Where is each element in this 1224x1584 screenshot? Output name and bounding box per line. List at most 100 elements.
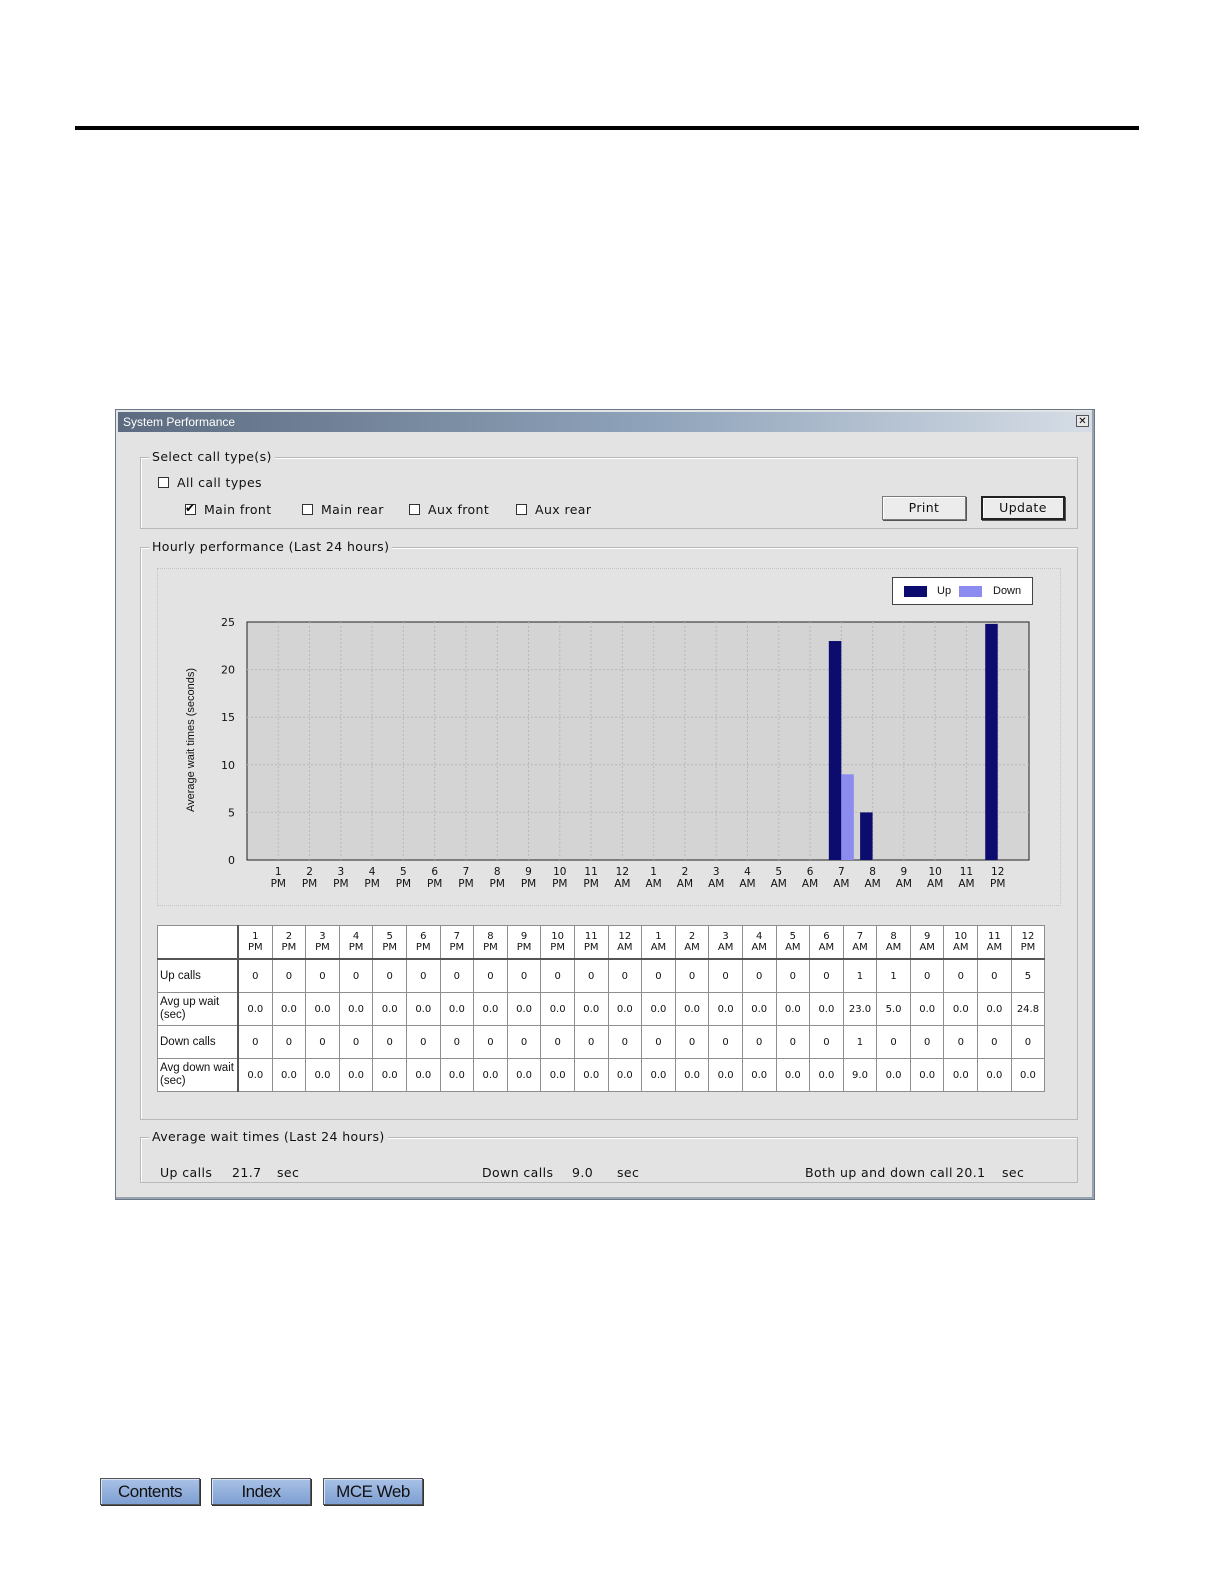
index-button[interactable]: Index: [211, 1478, 311, 1505]
hour-column-header: 7 PM: [439, 925, 475, 960]
table-cell: 0: [977, 1025, 1012, 1059]
table-cell: 0: [305, 958, 340, 993]
system-performance-window: System Performance ✕ Select call type(s)…: [115, 409, 1095, 1200]
hour-column-header: 3 AM: [708, 925, 743, 960]
hour-number: 4: [756, 931, 763, 942]
hour-number: 4: [352, 931, 360, 942]
table-cell: 0: [876, 1025, 911, 1059]
close-icon[interactable]: ✕: [1076, 415, 1089, 427]
hour-period: AM: [785, 942, 801, 953]
hour-column-header: 4 AM: [741, 925, 777, 960]
hour-column-header: 4 PM: [338, 925, 374, 960]
table-cell: 0: [909, 1025, 945, 1059]
main-rear-checkbox[interactable]: Main rear: [302, 502, 384, 517]
table-cell: 0: [607, 958, 643, 993]
table-cell: 0: [708, 958, 743, 993]
hour-period: PM: [483, 942, 498, 953]
hour-number: 6: [420, 931, 427, 942]
all-call-types-checkbox[interactable]: All call types: [158, 475, 262, 490]
table-cell: 24.8: [1010, 992, 1046, 1026]
table-cell: 0: [943, 958, 979, 993]
check-mark-icon: ✔: [185, 501, 196, 515]
table-cell: 0.0: [775, 992, 811, 1026]
both-calls-unit: sec: [1002, 1165, 1025, 1180]
call-type-group: Select call type(s) All call types ✔ Mai…: [140, 449, 1078, 529]
table-cell: 0: [338, 1025, 374, 1059]
main-front-checkbox[interactable]: ✔ Main front: [185, 501, 272, 517]
update-button[interactable]: Update: [981, 496, 1065, 520]
table-cell: 0: [506, 1025, 542, 1059]
table-cell: 0: [439, 1025, 475, 1059]
hour-column-header: 12 PM: [1010, 925, 1046, 960]
table-cell: 0.0: [439, 1058, 475, 1092]
up-calls-value: 21.7: [232, 1165, 262, 1180]
down-calls-label: Down calls: [482, 1165, 554, 1180]
table-cell: 0.0: [607, 992, 643, 1026]
table-cell: 0.0: [237, 1058, 273, 1092]
table-cell: 0: [305, 1025, 340, 1059]
hour-column-header: 2 AM: [674, 925, 710, 960]
table-cell: 0: [338, 958, 374, 993]
hour-period: AM: [885, 942, 902, 953]
table-cell: 9.0: [842, 1058, 878, 1092]
hour-period: AM: [751, 942, 767, 953]
hour-period: AM: [717, 942, 734, 953]
hour-number: 12: [1021, 931, 1035, 942]
hour-period: PM: [449, 942, 465, 953]
title-bar[interactable]: System Performance ✕: [118, 412, 1092, 432]
table-cell: 0.0: [741, 992, 777, 1026]
hour-number: 6: [823, 931, 830, 942]
table-cell: 0: [674, 1025, 710, 1059]
print-button[interactable]: Print: [882, 496, 966, 520]
hour-period: AM: [684, 942, 700, 953]
hour-number: 3: [722, 931, 729, 942]
hour-column-header: 1 AM: [641, 925, 676, 960]
table-cell: 0.0: [708, 1058, 743, 1092]
hour-number: 9: [923, 931, 931, 942]
call-type-legend: Select call type(s): [149, 449, 275, 464]
table-cell: 0: [741, 1025, 777, 1059]
table-cell: 1: [842, 958, 878, 993]
hour-period: PM: [415, 942, 431, 953]
table-cell: 23.0: [842, 992, 878, 1026]
checkbox-box: ✔: [185, 501, 196, 515]
table-cell: 0.0: [977, 992, 1012, 1026]
hour-column-header: 5 PM: [372, 925, 407, 960]
table-cell: 0.0: [977, 1058, 1012, 1092]
checkbox-box: [158, 477, 169, 488]
both-calls-label: Both up and down call: [805, 1165, 953, 1180]
table-cell: 0.0: [271, 1058, 307, 1092]
table-cell: 0.0: [372, 992, 407, 1026]
aux-front-checkbox[interactable]: Aux front: [409, 502, 489, 517]
hour-column-header: 6 AM: [809, 925, 844, 960]
table-cell: 0: [506, 958, 542, 993]
table-cell: 0.0: [708, 992, 743, 1026]
row-label: Up calls: [157, 958, 239, 993]
hour-number: 5: [386, 931, 393, 942]
hour-number: 10: [551, 931, 564, 942]
table-cell: 0: [573, 958, 609, 993]
hour-period: PM: [1020, 942, 1036, 953]
table-cell: 0.0: [573, 992, 609, 1026]
hour-column-header: 12 AM: [607, 925, 643, 960]
aux-rear-checkbox[interactable]: Aux rear: [516, 502, 591, 517]
hour-period: AM: [919, 942, 935, 953]
table-cell: 0.0: [473, 992, 508, 1026]
table-cell: 0: [977, 958, 1012, 993]
checkbox-box: [516, 504, 527, 515]
hour-number: 11: [584, 931, 598, 942]
hour-column-header: 9 AM: [909, 925, 945, 960]
up-calls-label: Up calls: [160, 1165, 213, 1180]
table-cell: 1: [876, 958, 911, 993]
table-cell: 0: [540, 958, 575, 993]
hour-period: AM: [650, 942, 667, 953]
hour-period: PM: [583, 942, 599, 953]
mce-web-button[interactable]: MCE Web: [323, 1478, 423, 1505]
contents-button[interactable]: Contents: [100, 1478, 200, 1505]
table-cell: 0.0: [338, 992, 374, 1026]
table-row: Up calls 0 0 0 0 0 0 0 0 0 0 0 0 0 0 0 0 0 0 1 1 0 0 0 5: [157, 958, 1046, 993]
hour-number: 2: [285, 931, 293, 942]
hour-number: 5: [789, 931, 796, 942]
table-cell: 0: [775, 1025, 811, 1059]
table-cell: 0.0: [439, 992, 475, 1026]
